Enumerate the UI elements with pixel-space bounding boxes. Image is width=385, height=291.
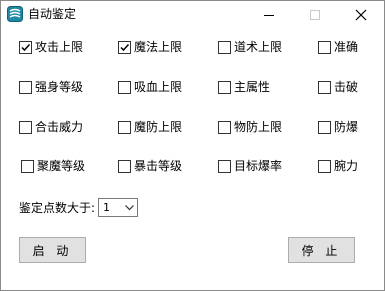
option-target-drop-rate-checkbox[interactable]: 目标爆率 bbox=[218, 158, 282, 174]
option-label: 主属性 bbox=[234, 80, 271, 94]
option-combo-power-checkbox[interactable]: 合击威力 bbox=[19, 119, 83, 135]
maximize-icon bbox=[310, 10, 320, 20]
chevron-down-icon bbox=[125, 205, 134, 211]
option-break-checkbox[interactable]: 击破 bbox=[318, 79, 358, 95]
option-main-attribute-checkbox[interactable]: 主属性 bbox=[218, 79, 270, 95]
option-label: 物防上限 bbox=[234, 120, 283, 134]
option-magic-defense-limit-checkbox[interactable]: 魔防上限 bbox=[118, 119, 182, 135]
option-crit-level-checkbox[interactable]: 暴击等级 bbox=[118, 158, 182, 174]
start-button[interactable]: 启 动 bbox=[19, 237, 86, 263]
option-anti-crit-checkbox[interactable]: 防爆 bbox=[318, 119, 358, 135]
checkbox-box bbox=[218, 40, 231, 54]
checkbox-box bbox=[118, 80, 131, 94]
option-attack-limit-checkbox[interactable]: 攻击上限 bbox=[19, 39, 83, 55]
option-label: 击破 bbox=[334, 80, 359, 94]
checkbox-box bbox=[19, 40, 32, 54]
checkbox-box bbox=[118, 159, 131, 173]
title-bar: 自动鉴定 bbox=[1, 1, 384, 29]
checkbox-box bbox=[218, 159, 231, 173]
option-label: 道术上限 bbox=[234, 40, 283, 54]
option-label: 准确 bbox=[334, 40, 359, 54]
option-label: 强身等级 bbox=[35, 80, 84, 94]
option-label: 暴击等级 bbox=[134, 159, 183, 173]
checkbox-box bbox=[118, 40, 131, 54]
option-label: 魔法上限 bbox=[134, 40, 183, 54]
option-taoism-limit-checkbox[interactable]: 道术上限 bbox=[218, 39, 282, 55]
option-magic-gather-level-checkbox[interactable]: 聚魔等级 bbox=[21, 158, 85, 174]
close-button[interactable] bbox=[338, 1, 384, 29]
option-physical-defense-limit-checkbox[interactable]: 物防上限 bbox=[218, 119, 282, 135]
stop-button[interactable]: 停 止 bbox=[288, 237, 355, 263]
checkbox-box bbox=[118, 120, 131, 134]
option-label: 合击威力 bbox=[35, 120, 84, 134]
minimize-icon bbox=[264, 15, 274, 16]
checkbox-box bbox=[21, 159, 34, 173]
app-icon bbox=[7, 6, 23, 22]
checkbox-box bbox=[318, 120, 331, 134]
close-icon bbox=[355, 9, 367, 21]
threshold-value: 1 bbox=[103, 201, 110, 214]
option-accuracy-checkbox[interactable]: 准确 bbox=[318, 39, 358, 55]
option-lifesteal-limit-checkbox[interactable]: 吸血上限 bbox=[118, 79, 182, 95]
option-label: 魔防上限 bbox=[134, 120, 183, 134]
option-strength-level-checkbox[interactable]: 强身等级 bbox=[19, 79, 83, 95]
option-label: 吸血上限 bbox=[134, 80, 183, 94]
option-label: 目标爆率 bbox=[234, 159, 283, 173]
checkbox-box bbox=[19, 80, 32, 94]
option-wrist-strength-checkbox[interactable]: 腕力 bbox=[318, 158, 358, 174]
maximize-button[interactable] bbox=[292, 1, 338, 29]
option-label: 防爆 bbox=[334, 120, 359, 134]
threshold-select[interactable]: 1 bbox=[98, 198, 138, 217]
checkbox-box bbox=[218, 80, 231, 94]
window-title: 自动鉴定 bbox=[28, 7, 77, 21]
option-magic-limit-checkbox[interactable]: 魔法上限 bbox=[118, 39, 182, 55]
checkbox-box bbox=[318, 159, 331, 173]
checkbox-box bbox=[218, 120, 231, 134]
threshold-label: 鉴定点数大于: bbox=[19, 201, 96, 215]
option-label: 聚魔等级 bbox=[37, 159, 86, 173]
checkbox-box bbox=[19, 120, 32, 134]
option-label: 攻击上限 bbox=[35, 40, 84, 54]
checkbox-box bbox=[318, 40, 331, 54]
minimize-button[interactable] bbox=[246, 1, 292, 29]
option-label: 腕力 bbox=[334, 159, 359, 173]
auto-identify-window: 自动鉴定 攻击上限 魔法上限 道术上限 准确 强身等级 吸血上限 主属性 击破 … bbox=[0, 0, 385, 291]
checkbox-box bbox=[318, 80, 331, 94]
